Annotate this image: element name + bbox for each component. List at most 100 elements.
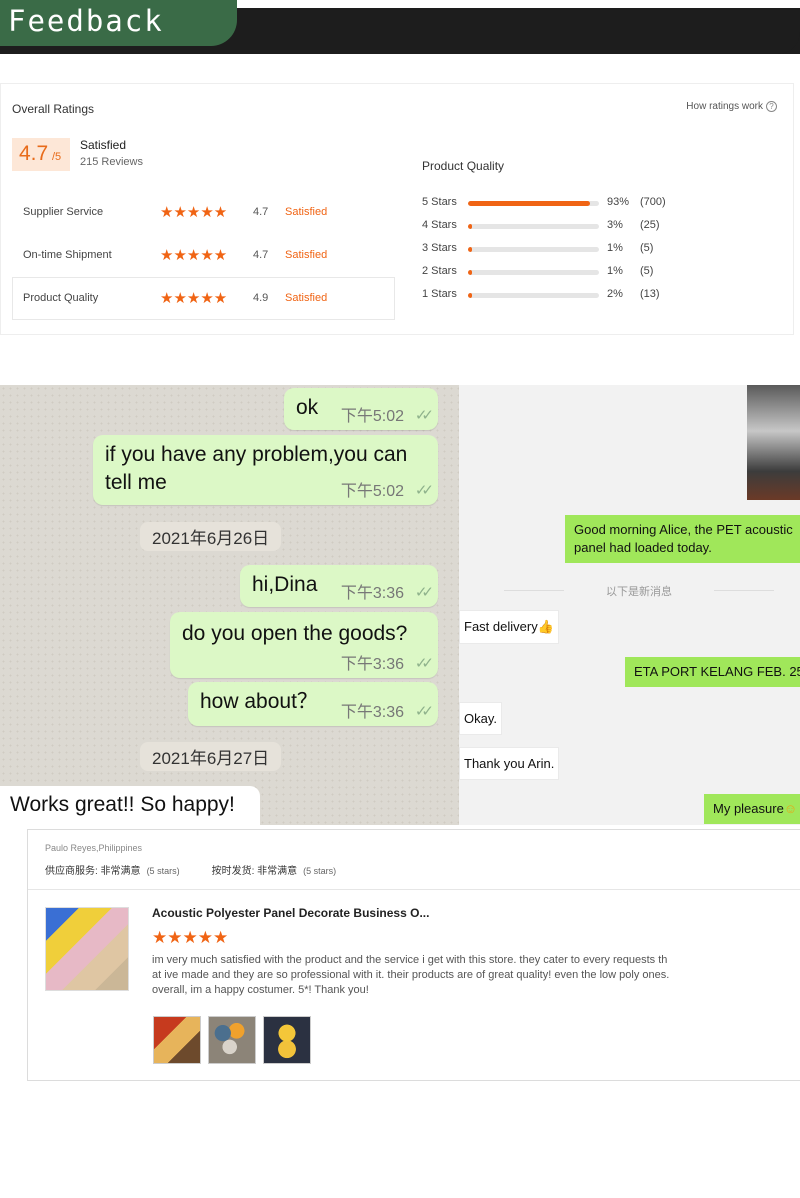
distribution-bar bbox=[468, 293, 599, 298]
incoming-message: Okay. bbox=[459, 702, 502, 735]
customer-review-card: Paulo Reyes,Philippines 供应商服务: 非常满意 (5 st… bbox=[27, 829, 800, 1081]
distribution-percent: 1% bbox=[607, 265, 623, 277]
message-time: 下午5:02 bbox=[340, 408, 404, 425]
message-text-line: panel had loaded today. bbox=[574, 540, 712, 555]
category-name: On-time Shipment bbox=[23, 249, 112, 261]
chat-screenshot-right: Good morning Alice, the PET acoustic pan… bbox=[459, 385, 800, 825]
new-messages-divider: 以下是新消息 bbox=[504, 583, 774, 599]
distribution-bar-fill bbox=[468, 247, 472, 252]
review-text: im very much satisfied with the product … bbox=[152, 953, 712, 998]
shared-photo bbox=[747, 385, 800, 500]
ratings-card: Overall Ratings How ratings work? 4.7 /5… bbox=[0, 83, 794, 335]
message-text-line: tell me bbox=[105, 471, 167, 494]
category-row-supplier-service[interactable]: Supplier Service ★★★★★ 4.7 Satisfied bbox=[12, 191, 395, 234]
distribution-bar bbox=[468, 201, 599, 206]
category-status: Satisfied bbox=[285, 292, 328, 304]
category-name: Product Quality bbox=[23, 292, 99, 304]
incoming-message: Thank you Arin. bbox=[459, 747, 560, 780]
distribution-bar-fill bbox=[468, 270, 472, 275]
distribution-count: (700) bbox=[640, 196, 666, 208]
distribution-row: 1 Stars 2% (13) bbox=[422, 288, 692, 311]
distribution-row: 2 Stars 1% (5) bbox=[422, 265, 692, 288]
supplier-service-rating: 供应商服务: 非常满意 bbox=[45, 866, 141, 877]
date-separator: 2021年6月27日 bbox=[140, 742, 282, 771]
distribution-bar-fill bbox=[468, 201, 590, 206]
distribution-bar bbox=[468, 247, 599, 252]
smile-icon: ☺ bbox=[783, 801, 798, 816]
review-text-line: overall, im a happy costumer. 5*! Thank … bbox=[152, 984, 369, 996]
shipment-rating: 按时发货: 非常满意 bbox=[211, 866, 298, 877]
reviewer-name: Paulo Reyes,Philippines bbox=[45, 843, 143, 853]
star-rating-icon: ★★★★★ bbox=[160, 290, 228, 307]
message-bubble: ok 下午5:02 ✓✓ bbox=[284, 388, 438, 430]
distribution-bar-fill bbox=[468, 224, 472, 229]
category-status: Satisfied bbox=[285, 206, 328, 218]
product-quality-title: Product Quality bbox=[422, 159, 505, 173]
product-title-link[interactable]: Acoustic Polyester Panel Decorate Busine… bbox=[152, 906, 429, 920]
review-photo[interactable] bbox=[263, 1016, 311, 1064]
category-score: 4.7 bbox=[253, 206, 269, 218]
review-photo[interactable] bbox=[153, 1016, 201, 1064]
message-text: hi,Dina bbox=[252, 573, 318, 596]
category-ratings: Supplier Service ★★★★★ 4.7 Satisfied On-… bbox=[12, 191, 395, 320]
divider bbox=[28, 889, 800, 890]
category-name: Supplier Service bbox=[23, 206, 104, 218]
distribution-row: 4 Stars 3% (25) bbox=[422, 219, 692, 242]
how-ratings-work-label[interactable]: How ratings work bbox=[686, 101, 763, 112]
distribution-count: (5) bbox=[640, 242, 654, 254]
whatsapp-chat-screenshot: ok 下午5:02 ✓✓ if you have any problem,you… bbox=[0, 385, 459, 825]
message-text: Thank you Arin. bbox=[464, 756, 555, 771]
review-text-line: im very much satisfied with the product … bbox=[152, 954, 668, 966]
shipment-stars: (5 stars) bbox=[303, 866, 337, 876]
how-ratings-work-link[interactable]: How ratings work? bbox=[686, 101, 777, 112]
review-ratings: 供应商服务: 非常满意 (5 stars) 按时发货: 非常满意 (5 stars) bbox=[45, 862, 336, 877]
message-text: Works great!! So happy! bbox=[10, 793, 235, 816]
outgoing-message: ETA PORT KELANG FEB. 25th bbox=[625, 657, 800, 687]
category-score: 4.9 bbox=[253, 292, 269, 304]
message-text-line: Good morning Alice, the PET acoustic bbox=[574, 522, 793, 537]
distribution-percent: 2% bbox=[607, 288, 623, 300]
message-text-line: if you have any problem,you can bbox=[105, 443, 408, 466]
double-check-icon: ✓✓ bbox=[414, 655, 434, 672]
distribution-bar bbox=[468, 224, 599, 229]
star-rating-icon: ★★★★★ bbox=[160, 247, 228, 264]
distribution-bar-fill bbox=[468, 293, 472, 298]
overall-score-max: /5 bbox=[52, 151, 62, 163]
star-rating-icon: ★★★★★ bbox=[160, 204, 228, 221]
message-time: 下午3:36 bbox=[340, 704, 404, 721]
page-title: Feedback bbox=[8, 4, 164, 38]
message-time: 下午3:36 bbox=[340, 585, 404, 602]
review-photo[interactable] bbox=[208, 1016, 256, 1064]
distribution-row: 3 Stars 1% (5) bbox=[422, 242, 692, 265]
distribution-label: 2 Stars bbox=[422, 265, 457, 277]
header-tab: Feedback bbox=[0, 0, 237, 46]
distribution-label: 3 Stars bbox=[422, 242, 457, 254]
distribution-percent: 93% bbox=[607, 196, 630, 208]
category-score: 4.7 bbox=[253, 249, 269, 261]
category-status: Satisfied bbox=[285, 249, 328, 261]
category-row-product-quality[interactable]: Product Quality ★★★★★ 4.9 Satisfied bbox=[12, 277, 395, 320]
message-bubble: do you open the goods? 下午3:36 ✓✓ bbox=[170, 612, 438, 678]
star-distribution: 5 Stars 93% (700) 4 Stars 3% (25) 3 Star… bbox=[422, 196, 692, 311]
distribution-label: 1 Stars bbox=[422, 288, 457, 300]
product-thumbnail[interactable] bbox=[45, 907, 129, 991]
double-check-icon: ✓✓ bbox=[414, 482, 434, 499]
outgoing-message: Good morning Alice, the PET acoustic pan… bbox=[565, 515, 800, 563]
message-text: do you open the goods? bbox=[182, 622, 408, 645]
distribution-label: 4 Stars bbox=[422, 219, 457, 231]
overall-score: 4.7 bbox=[19, 142, 49, 165]
message-text: My pleasure bbox=[713, 801, 784, 816]
message-text: how about？ bbox=[200, 690, 318, 713]
supplier-service-stars: (5 stars) bbox=[146, 866, 180, 876]
distribution-percent: 3% bbox=[607, 219, 623, 231]
message-bubble: hi,Dina 下午3:36 ✓✓ bbox=[240, 565, 438, 607]
distribution-count: (5) bbox=[640, 265, 654, 277]
help-icon[interactable]: ? bbox=[766, 101, 777, 112]
message-text: Fast delivery bbox=[464, 619, 538, 634]
message-text: ok bbox=[296, 396, 319, 419]
reviews-count: 215 Reviews bbox=[80, 156, 143, 168]
message-time: 下午5:02 bbox=[340, 483, 404, 500]
review-star-icon: ★★★★★ bbox=[152, 928, 229, 947]
category-row-on-time-shipment[interactable]: On-time Shipment ★★★★★ 4.7 Satisfied bbox=[12, 234, 395, 277]
review-text-line: at ive made and they are so professional… bbox=[152, 969, 670, 981]
